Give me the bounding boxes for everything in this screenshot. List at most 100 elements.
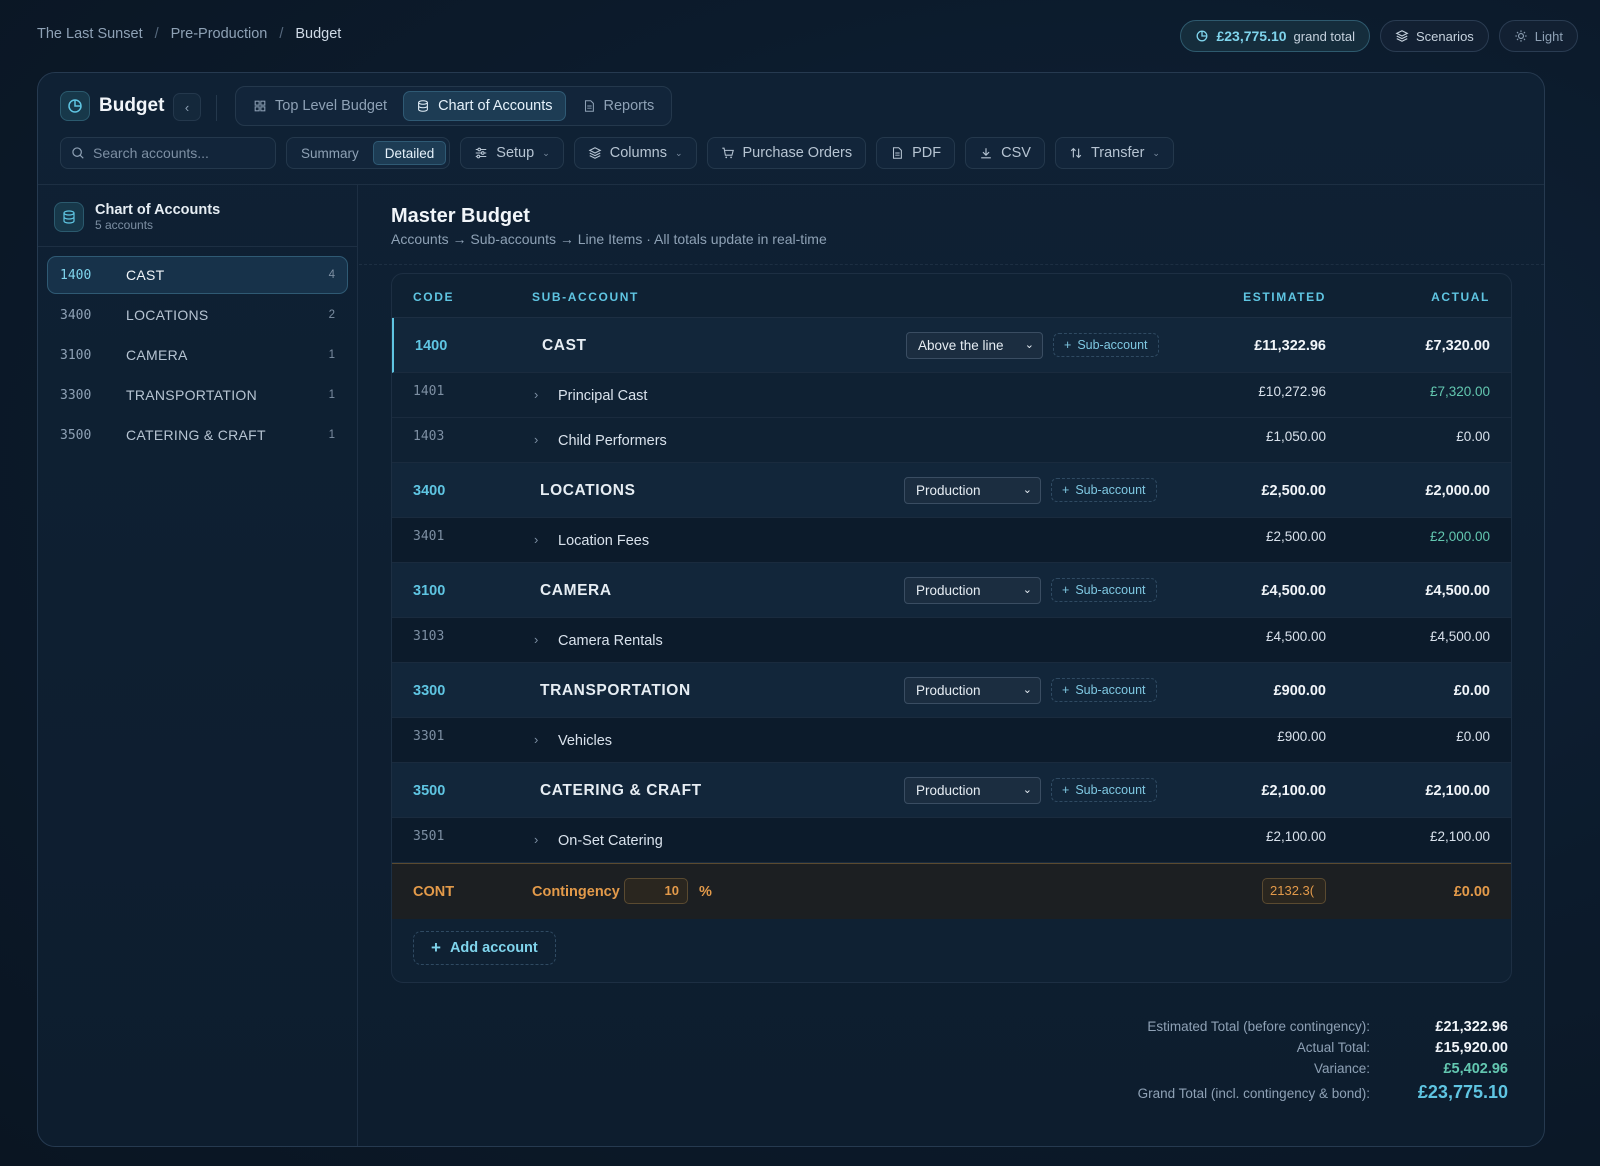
add-sub-account-button[interactable]: + Sub-account	[1051, 778, 1157, 802]
breadcrumb-project[interactable]: The Last Sunset	[37, 26, 143, 42]
tab-chart-of-accounts[interactable]: Chart of Accounts	[403, 91, 566, 121]
tab-top-level-budget[interactable]: Top Level Budget	[241, 91, 399, 121]
setup-label: Setup	[496, 145, 535, 161]
contingency-estimated-input[interactable]: 2132.3(	[1262, 878, 1326, 904]
chevron-right-icon[interactable]: ›	[534, 732, 538, 747]
sub-account-row[interactable]: 1403 › Child Performers £1,050.00 £0.00	[392, 418, 1511, 463]
sub-account-row[interactable]: 1401 › Principal Cast £10,272.96 £7,320.…	[392, 373, 1511, 418]
search-icon	[72, 147, 84, 159]
account-code: 3100	[413, 583, 446, 599]
sidebar-account-list: 1400 CAST 4 3400 LOCATIONS 2 3100 CAMERA…	[38, 247, 357, 465]
sliders-icon	[476, 147, 487, 159]
sub-account-name: Camera Rentals	[558, 633, 663, 649]
account-row[interactable]: 3300 TRANSPORTATION Production ⌄ + Sub-acc…	[392, 663, 1511, 718]
add-sub-account-button[interactable]: + Sub-account	[1053, 333, 1159, 357]
total-row-grand: Grand Total (incl. contingency & bond): …	[1088, 1082, 1508, 1108]
sub-account-code: 1403	[413, 429, 445, 444]
setup-dropdown[interactable]: Setup ⌄	[460, 137, 564, 169]
total-label: Variance:	[1313, 1061, 1370, 1076]
scenarios-button[interactable]: Scenarios	[1379, 20, 1489, 52]
sidebar-item-locations[interactable]: 3400 LOCATIONS 2	[47, 296, 348, 334]
column-header-estimated: ESTIMATED	[1243, 290, 1326, 304]
account-code: 3400	[413, 483, 446, 499]
sidebar-item-code: 1400	[60, 267, 92, 283]
pdf-export-button[interactable]: PDF	[876, 137, 956, 169]
column-header-code: CODE	[413, 290, 455, 304]
sidebar-item-camera[interactable]: 3100 CAMERA 1	[47, 336, 348, 374]
detailed-mode-button[interactable]: Detailed	[372, 141, 447, 165]
tab-label: Chart of Accounts	[438, 98, 553, 114]
totals-summary: Estimated Total (before contingency): £2…	[1088, 1019, 1508, 1108]
csv-export-button[interactable]: CSV	[965, 137, 1045, 169]
sub-account-code: 3103	[413, 629, 445, 644]
account-category-select[interactable]: Production ⌄	[904, 677, 1041, 704]
master-budget-title: Master Budget	[391, 205, 530, 227]
sub-account-estimated: £2,100.00	[1265, 829, 1326, 844]
account-category-select[interactable]: Production ⌄	[904, 777, 1041, 804]
chevron-down-icon: ⌄	[1024, 339, 1034, 351]
add-sub-account-button[interactable]: + Sub-account	[1051, 478, 1157, 502]
tab-reports[interactable]: Reports	[570, 91, 667, 121]
account-name: CAST	[542, 337, 587, 354]
account-actual: £0.00	[1453, 683, 1490, 699]
add-sub-account-button[interactable]: + Sub-account	[1051, 578, 1157, 602]
account-code: 3300	[413, 683, 446, 699]
sub-account-row[interactable]: 3401 › Location Fees £2,500.00 £2,000.00	[392, 518, 1511, 563]
account-row[interactable]: 3100 CAMERA Production ⌄ + Sub-account £4,…	[392, 563, 1511, 618]
account-row[interactable]: 3400 LOCATIONS Production ⌄ + Sub-account …	[392, 463, 1511, 518]
chevron-right-icon[interactable]: ›	[534, 432, 538, 447]
account-actual: £2,000.00	[1425, 483, 1490, 499]
add-account-button[interactable]: + Add account	[413, 931, 556, 965]
sub-account-row[interactable]: 3501 › On-Set Catering £2,100.00 £2,100.…	[392, 818, 1511, 863]
contingency-percent-input[interactable]: 10	[624, 878, 688, 904]
sidebar-item-catering[interactable]: 3500 CATERING & CRAFT 1	[47, 416, 348, 454]
add-account-label: Add account	[449, 940, 538, 956]
total-value: £23,775.10	[1417, 1082, 1508, 1102]
search-input[interactable]	[93, 145, 263, 161]
sidebar-item-transportation[interactable]: 3300 TRANSPORTATION 1	[47, 376, 348, 414]
account-estimated: £4,500.00	[1261, 583, 1326, 599]
account-row[interactable]: 1400 CAST Above the line ⌄ + Sub-account £…	[392, 318, 1511, 373]
tab-label: Top Level Budget	[275, 98, 388, 114]
sub-account-row[interactable]: 3301 › Vehicles £900.00 £0.00	[392, 718, 1511, 763]
chevron-right-icon[interactable]: ›	[534, 532, 538, 547]
breadcrumb-phase[interactable]: Pre-Production	[171, 26, 268, 42]
sub-account-row[interactable]: 3103 › Camera Rentals £4,500.00 £4,500.0…	[392, 618, 1511, 663]
divider	[216, 95, 217, 121]
csv-label: CSV	[1001, 145, 1031, 161]
sub-account-estimated: £1,050.00	[1265, 429, 1326, 444]
sub-account-actual: £2,100.00	[1429, 829, 1490, 844]
chevron-right-icon[interactable]: ›	[534, 832, 538, 847]
theme-toggle-button[interactable]: Light	[1498, 20, 1578, 52]
contingency-code: CONT	[413, 884, 455, 900]
chevron-down-icon: ⌄	[1022, 584, 1032, 596]
chevron-right-icon[interactable]: ›	[534, 387, 538, 402]
total-value: £5,402.96	[1443, 1061, 1508, 1077]
chevron-left-icon: ‹	[184, 99, 190, 115]
sidebar-item-cast[interactable]: 1400 CAST 4	[47, 256, 348, 294]
transfer-dropdown[interactable]: Transfer ⌄	[1054, 137, 1174, 169]
budget-panel: Budget ‹ Top Level Budget Chart of Accou…	[37, 72, 1545, 1147]
collapse-sidebar-button[interactable]: ‹	[173, 93, 201, 121]
sidebar-item-label: CAMERA	[126, 347, 188, 363]
sub-account-code: 3501	[413, 829, 445, 844]
plus-icon: +	[1062, 683, 1070, 697]
top-bar: The Last Sunset / Pre-Production / Budge…	[0, 0, 1600, 72]
grand-total-badge[interactable]: £23,775.10 grand total	[1180, 20, 1370, 52]
account-row[interactable]: 3500 CATERING & CRAFT Production ⌄ + Sub-a…	[392, 763, 1511, 818]
sidebar-header: Chart of Accounts 5 accounts	[38, 185, 357, 247]
account-category-select[interactable]: Above the line ⌄	[906, 332, 1043, 359]
sidebar-item-count: 2	[328, 309, 335, 321]
account-category-select[interactable]: Production ⌄	[904, 577, 1041, 604]
add-sub-account-button[interactable]: + Sub-account	[1051, 678, 1157, 702]
columns-dropdown[interactable]: Columns ⌄	[573, 137, 697, 169]
add-sub-account-label: Sub-account	[1075, 483, 1146, 497]
breadcrumb-separator: /	[154, 26, 159, 42]
sub-account-estimated: £4,500.00	[1265, 629, 1326, 644]
chevron-right-icon[interactable]: ›	[534, 632, 538, 647]
purchase-orders-button[interactable]: Purchase Orders	[706, 137, 867, 169]
total-row-estimated: Estimated Total (before contingency): £2…	[1088, 1019, 1508, 1040]
account-category-select[interactable]: Production ⌄	[904, 477, 1041, 504]
summary-mode-button[interactable]: Summary	[290, 141, 370, 165]
sub-account-estimated: £2,500.00	[1265, 529, 1326, 544]
